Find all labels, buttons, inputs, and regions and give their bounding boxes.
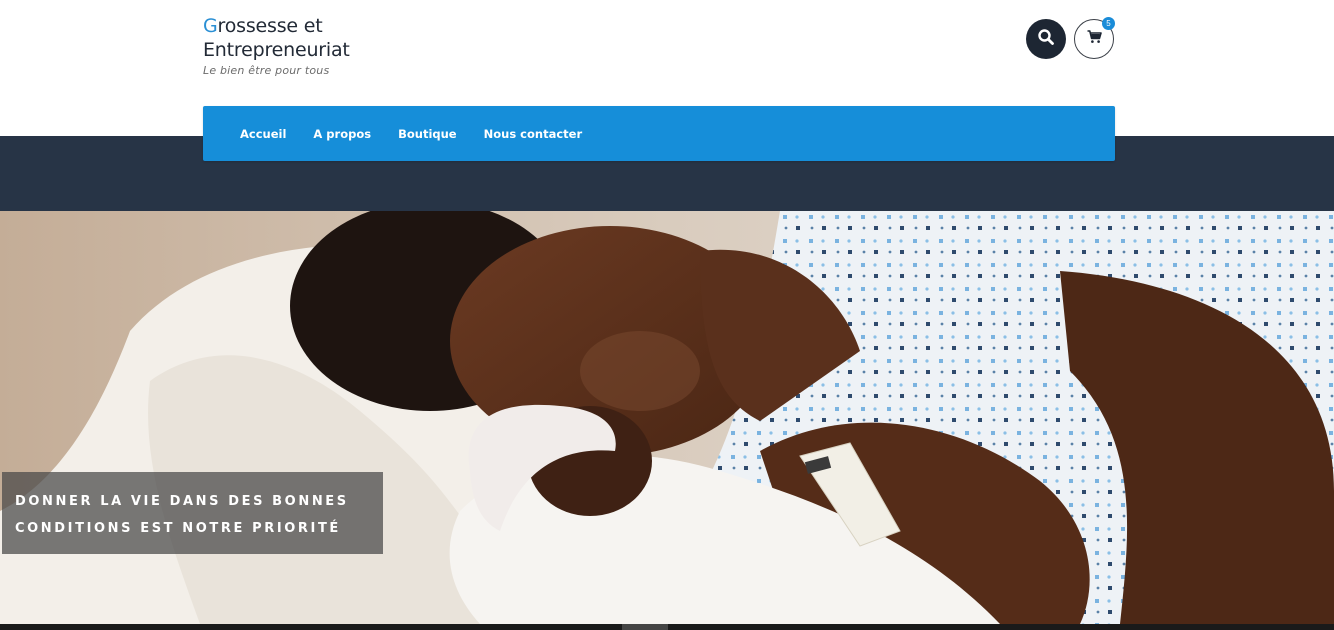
site-tagline: Le bien être pour tous — [203, 64, 330, 77]
search-button[interactable] — [1026, 19, 1066, 59]
cart-count-badge: 5 — [1102, 17, 1115, 30]
hero-caption-line2: CONDITIONS EST NOTRE PRIORITÉ — [15, 521, 341, 536]
nav-item-accueil[interactable]: Accueil — [240, 127, 286, 141]
hero-caption: DONNER LA VIE DANS DES BONNES CONDITIONS… — [2, 472, 383, 554]
site-title-line1: rossesse et — [217, 15, 323, 37]
site-title-line2: Entrepreneuriat — [203, 39, 350, 61]
nav-item-a-propos[interactable]: A propos — [313, 127, 371, 141]
hero-banner — [0, 211, 1334, 624]
site-logo[interactable]: Grossesse et Entrepreneuriat Le bien êtr… — [203, 14, 443, 77]
cart-button[interactable]: 5 — [1074, 17, 1115, 59]
cart-icon — [1087, 29, 1102, 49]
hero-image — [0, 211, 1334, 624]
nav-item-boutique[interactable]: Boutique — [398, 127, 457, 141]
hero-caption-line1: DONNER LA VIE DANS DES BONNES — [15, 494, 349, 509]
nav-item-nous-contacter[interactable]: Nous contacter — [484, 127, 583, 141]
search-icon — [1037, 28, 1055, 51]
main-navigation: Accueil A propos Boutique Nous contacter — [203, 106, 1115, 161]
bottom-strip-segment — [622, 624, 668, 630]
site-title[interactable]: Grossesse et Entrepreneuriat — [203, 14, 443, 62]
site-title-initial: G — [203, 15, 218, 37]
bottom-strip — [0, 624, 1334, 630]
